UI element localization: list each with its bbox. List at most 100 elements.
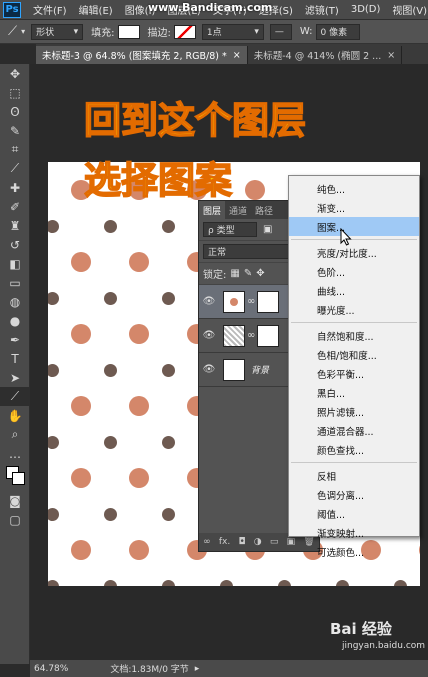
menu-item-color-lookup[interactable]: 颜色查找...	[289, 440, 419, 459]
path-select-tool-icon[interactable]: ➤	[0, 368, 30, 387]
quick-mask-icon[interactable]: ◙	[0, 491, 30, 510]
adjustment-layer-icon[interactable]: ◑	[254, 537, 262, 547]
link-layers-icon[interactable]: ∞	[203, 537, 211, 547]
quick-select-tool-icon[interactable]: ✎	[0, 121, 30, 140]
background-thumbnail	[223, 358, 245, 381]
mask-thumbnail[interactable]	[257, 324, 280, 347]
more-tools-icon[interactable]: …	[0, 444, 30, 463]
stroke-swatch[interactable]	[173, 24, 196, 39]
menu-item-selective-color[interactable]: 可选颜色...	[289, 542, 419, 561]
menu-view[interactable]: 视图(V)	[392, 2, 427, 17]
lock-position-icon[interactable]: ✥	[256, 268, 264, 279]
eyedropper-tool-icon[interactable]: ⟋	[0, 159, 30, 178]
tab-channels[interactable]: 通道	[225, 201, 251, 219]
w-field[interactable]: 0 像素	[315, 23, 360, 40]
pattern-dot	[71, 468, 91, 488]
tab-layers[interactable]: 图层	[199, 201, 226, 219]
tab-untitled-4[interactable]: 未标题-4 @ 414% (椭圆 2 ... ×	[248, 46, 403, 64]
mode-select[interactable]: 形状 ▾	[31, 23, 84, 40]
move-tool-icon[interactable]: ✥	[0, 64, 30, 83]
pattern-dot	[161, 579, 175, 586]
mask-thumbnail[interactable]	[257, 290, 280, 313]
kind-filter-select[interactable]: ρ 类型	[203, 222, 257, 237]
chevron-down-icon: ▾	[73, 26, 79, 37]
eye-icon[interactable]: 👁	[199, 364, 219, 375]
pattern-dot	[103, 219, 117, 233]
menu-item-gradient[interactable]: 渐变...	[289, 198, 419, 217]
tab-untitled-3[interactable]: 未标题-3 @ 64.8% (图案填充 2, RGB/8) * ×	[36, 46, 248, 64]
pattern-dot	[419, 540, 420, 560]
add-mask-icon[interactable]: ◘	[238, 537, 245, 547]
brush-tool-icon[interactable]: ✐	[0, 197, 30, 216]
screen-mode-icon[interactable]: ▢	[0, 510, 30, 529]
menu-edit[interactable]: 编辑(E)	[79, 2, 113, 17]
mode-value: 形状	[36, 28, 55, 38]
menu-item-hue-saturation[interactable]: 色相/饱和度...	[289, 345, 419, 364]
menu-3d[interactable]: 3D(D)	[351, 4, 381, 15]
lasso-tool-icon[interactable]: ʘ	[0, 102, 30, 121]
pattern-dot	[48, 507, 59, 521]
menu-item-solid-color[interactable]: 纯色...	[289, 179, 419, 198]
fill-swatch[interactable]	[117, 24, 140, 39]
line-tool-icon[interactable]: ⟋	[8, 24, 17, 39]
pattern-dot	[129, 324, 149, 344]
menu-item-invert[interactable]: 反相	[289, 466, 419, 485]
stroke-type-select[interactable]: —	[269, 23, 292, 40]
stroke-size-field[interactable]: 1点 ▾	[201, 23, 264, 40]
close-icon[interactable]: ×	[233, 50, 241, 61]
stroke-label: 描边:	[147, 28, 171, 39]
dodge-tool-icon[interactable]: ●	[0, 311, 30, 330]
menu-filter[interactable]: 滤镜(T)	[305, 2, 339, 17]
menu-item-photo-filter[interactable]: 照片滤镜...	[289, 402, 419, 421]
tab-label: 未标题-3 @ 64.8% (图案填充 2, RGB/8) *	[42, 51, 227, 62]
pattern-dot	[103, 291, 117, 305]
hand-tool-icon[interactable]: ✋	[0, 406, 30, 425]
healing-brush-tool-icon[interactable]: ✚	[0, 178, 30, 197]
new-group-icon[interactable]: ▭	[270, 537, 279, 547]
zoom-tool-icon[interactable]: ⌕	[0, 425, 30, 444]
line-tool-icon[interactable]: ⟋	[0, 387, 30, 406]
image-filter-icon[interactable]: ▣	[263, 224, 272, 235]
blend-mode-select[interactable]: 正常	[203, 244, 289, 259]
menu-item-exposure[interactable]: 曝光度...	[289, 300, 419, 319]
menu-item-gradient-map[interactable]: 渐变映射...	[289, 523, 419, 542]
fx-icon[interactable]: fx.	[219, 537, 230, 547]
menu-item-vibrance[interactable]: 自然饱和度...	[289, 326, 419, 345]
lock-paint-icon[interactable]: ✎	[244, 268, 252, 279]
tool-preset-arrow-icon[interactable]: ▾	[21, 27, 25, 36]
menu-divider	[291, 239, 417, 240]
pattern-dot	[103, 435, 117, 449]
pen-tool-icon[interactable]: ✒	[0, 330, 30, 349]
menu-item-threshold[interactable]: 阈值...	[289, 504, 419, 523]
marquee-tool-icon[interactable]: ⬚	[0, 83, 30, 102]
color-swatches[interactable]	[0, 463, 30, 491]
pattern-dot	[161, 291, 175, 305]
menu-item-channel-mixer[interactable]: 通道混合器...	[289, 421, 419, 440]
pattern-dot	[129, 396, 149, 416]
blur-tool-icon[interactable]: ◍	[0, 292, 30, 311]
menu-item-brightness-contrast[interactable]: 亮度/对比度...	[289, 243, 419, 262]
menu-item-posterize[interactable]: 色调分离...	[289, 485, 419, 504]
pattern-dot	[129, 540, 149, 560]
menu-item-curves[interactable]: 曲线...	[289, 281, 419, 300]
menu-item-levels[interactable]: 色阶...	[289, 262, 419, 281]
eraser-tool-icon[interactable]: ◧	[0, 254, 30, 273]
clone-stamp-tool-icon[interactable]: ♜	[0, 216, 30, 235]
eye-icon[interactable]: 👁	[199, 330, 219, 341]
history-brush-tool-icon[interactable]: ↺	[0, 235, 30, 254]
lock-transparent-icon[interactable]: ▦	[230, 268, 239, 279]
menu-item-black-white[interactable]: 黑白...	[289, 383, 419, 402]
status-arrow-icon[interactable]: ▸	[195, 664, 200, 674]
menu-file[interactable]: 文件(F)	[33, 2, 67, 17]
close-icon[interactable]: ×	[387, 50, 395, 61]
menu-item-color-balance[interactable]: 色彩平衡...	[289, 364, 419, 383]
gradient-tool-icon[interactable]: ▭	[0, 273, 30, 292]
menu-item-pattern[interactable]: 图案...	[289, 217, 419, 236]
crop-tool-icon[interactable]: ⌗	[0, 140, 30, 159]
menu-divider	[291, 462, 417, 463]
eye-icon[interactable]: 👁	[199, 296, 219, 307]
tab-paths[interactable]: 路径	[251, 201, 277, 219]
pattern-fill-thumbnail	[223, 290, 245, 313]
zoom-level[interactable]: 64.78%	[34, 664, 68, 674]
type-tool-icon[interactable]: T	[0, 349, 30, 368]
